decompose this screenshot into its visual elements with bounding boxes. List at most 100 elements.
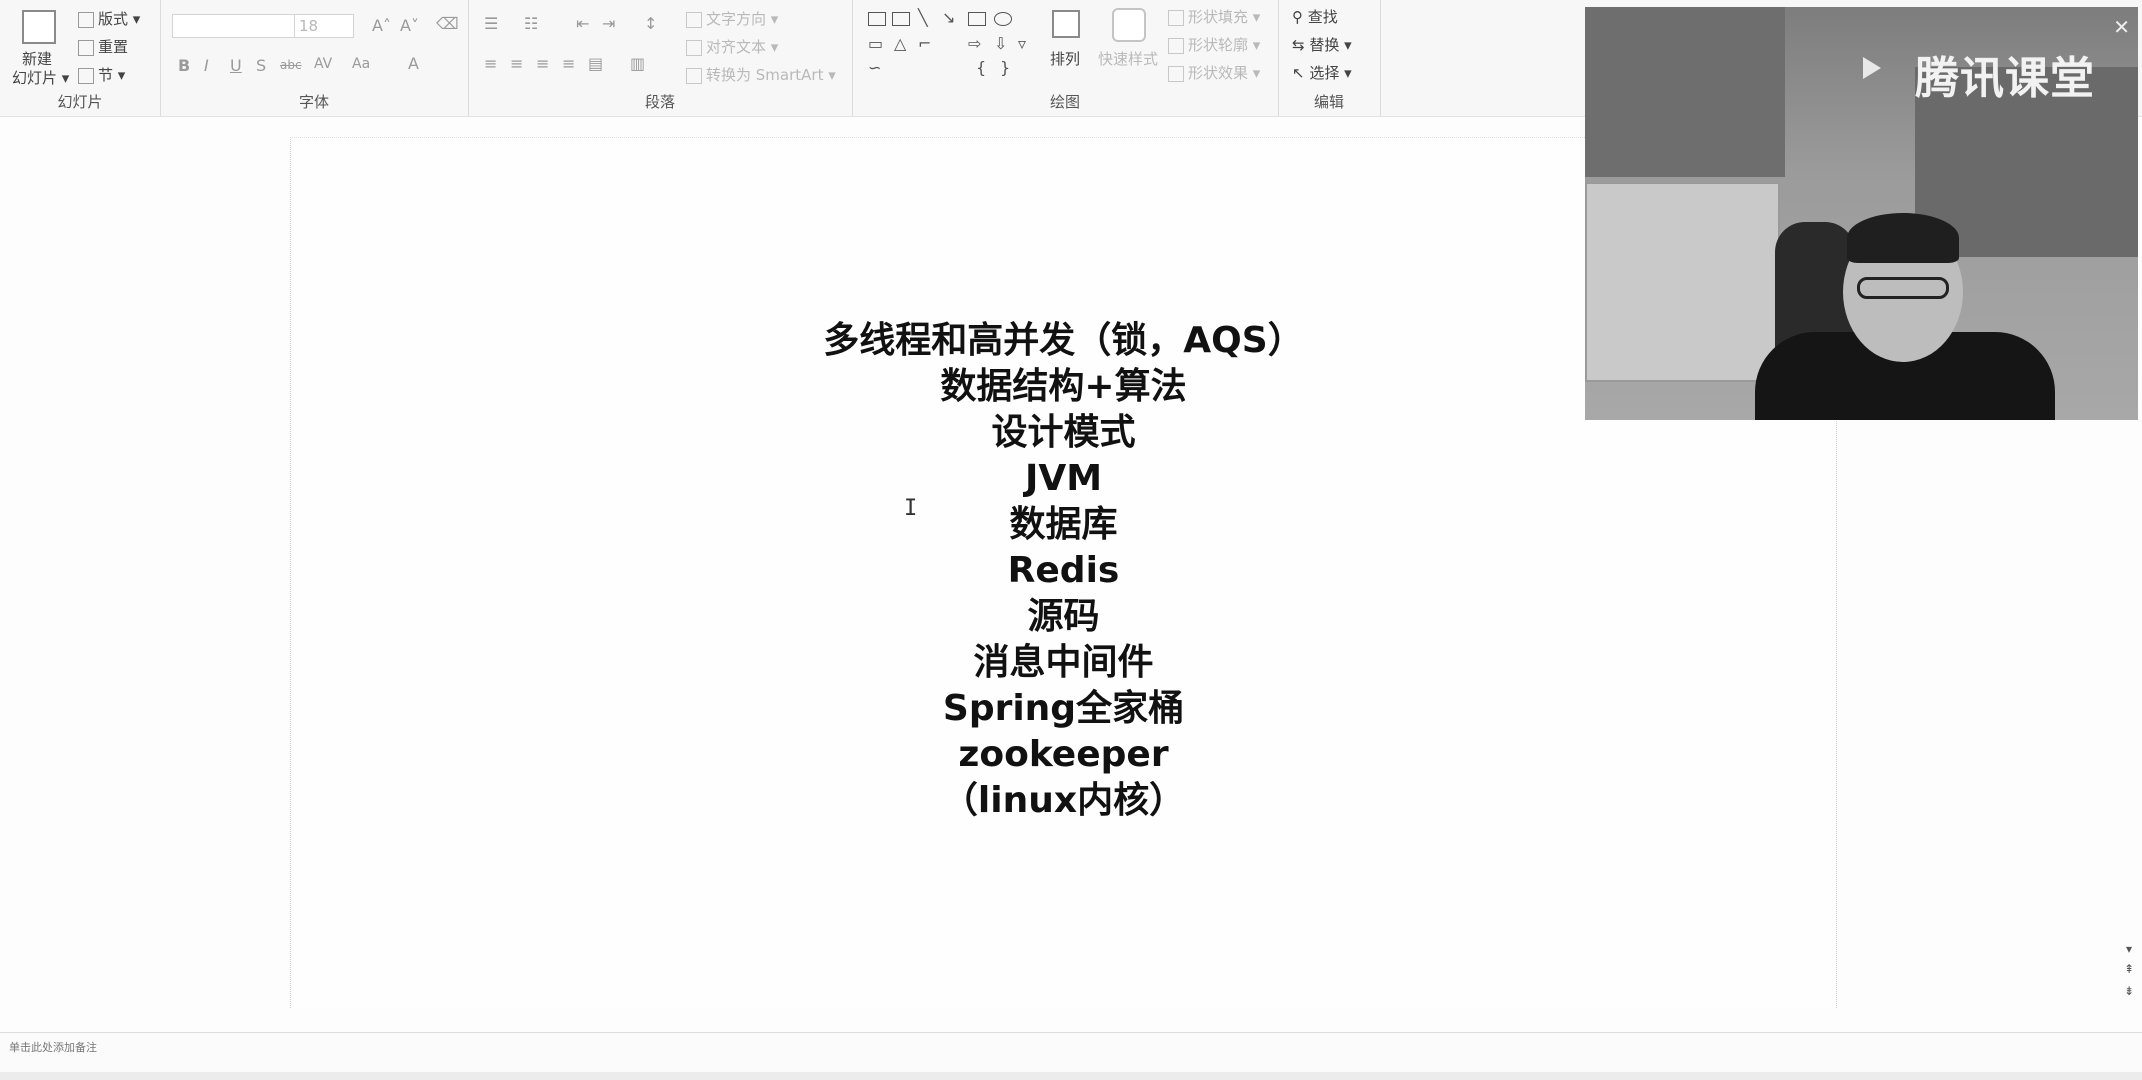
align-right-icon[interactable]: ≡ [536, 54, 549, 73]
next-slide-icon[interactable]: ⇟ [2122, 984, 2136, 998]
bullets-icon[interactable]: ☰ [484, 14, 498, 33]
increase-indent-icon[interactable]: ⇥ [602, 14, 615, 33]
close-icon[interactable]: ✕ [2113, 15, 2130, 39]
char-spacing-button[interactable]: AV [314, 56, 332, 72]
brace-right-shape-icon[interactable]: } [1000, 58, 1010, 77]
pointer-icon: ↖ [1292, 64, 1310, 82]
bold-button[interactable]: B [178, 56, 190, 75]
pen-icon [1168, 37, 1184, 54]
shape-fill-button[interactable]: 形状填充 ▾ [1168, 6, 1260, 27]
find-button[interactable]: ⚲ 查找 [1292, 6, 1338, 27]
layout-button[interactable]: 版式 ▾ [78, 8, 140, 29]
change-case-button[interactable]: Aa [352, 56, 370, 72]
align-left-icon[interactable]: ≡ [484, 54, 497, 73]
tencent-classroom-logo: 腾讯课堂 [1915, 53, 2095, 104]
select-button[interactable]: ↖ 选择 ▾ [1292, 62, 1352, 83]
oval-shape-icon[interactable] [994, 12, 1012, 26]
status-bar [0, 1072, 2142, 1080]
justify-icon[interactable]: ≡ [562, 54, 575, 73]
slides-group: 新建 幻灯片 ▾ 版式 ▾ 重置 节 ▾ 幻灯片 [0, 0, 161, 116]
smartart-icon [686, 67, 702, 84]
shape-outline-button[interactable]: 形状轮廓 ▾ [1168, 34, 1260, 55]
underline-button[interactable]: U [230, 56, 242, 75]
numbering-icon[interactable]: ☷ [524, 14, 538, 33]
slide-line[interactable]: 源码 [291, 594, 1836, 640]
slide-line[interactable]: 消息中间件 [291, 640, 1836, 686]
layout-icon [78, 11, 94, 28]
connector-shape-icon[interactable]: ⌐ [918, 34, 931, 53]
align-text-button[interactable]: 对齐文本 ▾ [686, 36, 778, 57]
notes-pane[interactable]: 单击此处添加备注 [0, 1032, 2142, 1073]
effects-icon [1168, 65, 1184, 82]
webcam-overlay[interactable]: 腾讯课堂 ✕ [1585, 7, 2138, 420]
editing-group-label: 编辑 [1313, 93, 1344, 111]
line-shape-icon[interactable]: ╲ [918, 8, 928, 27]
drawing-group-label: 绘图 [1049, 93, 1080, 111]
smartart-button[interactable]: 转换为 SmartArt ▾ [686, 64, 836, 85]
paragraph-group: ☰ ☷ ⇤ ⇥ ↕ ≡ ≡ ≡ ≡ ▤ ▥ 文字方向 ▾ 对齐文本 ▾ 转换为 … [468, 0, 853, 116]
shadow-button[interactable]: S [256, 56, 266, 75]
play-icon [1863, 57, 1881, 79]
prev-slide-icon[interactable]: ⇞ [2122, 962, 2136, 976]
rectangle-shape-icon[interactable] [968, 12, 986, 26]
glasses [1857, 277, 1949, 299]
shrink-font-button[interactable]: A˅ [400, 16, 419, 35]
font-size-combo[interactable]: 18 [294, 14, 354, 38]
new-slide-icon[interactable] [22, 10, 56, 44]
brace-left-shape-icon[interactable]: { [976, 58, 986, 77]
reset-icon [78, 39, 94, 56]
line-spacing-icon[interactable]: ↕ [644, 14, 657, 33]
search-icon: ⚲ [1292, 8, 1308, 26]
vertical-textbox-shape-icon[interactable] [892, 12, 910, 26]
section-button[interactable]: 节 ▾ [78, 64, 125, 85]
align-center-icon[interactable]: ≡ [510, 54, 523, 73]
paint-bucket-icon [1168, 9, 1184, 26]
bookshelf [1585, 7, 1785, 177]
down-arrow-shape-icon[interactable]: ⇩ [994, 34, 1007, 53]
font-name-combo[interactable] [172, 14, 302, 38]
curve-shape-icon[interactable]: ∽ [868, 58, 881, 77]
strikethrough-button[interactable]: abc [280, 58, 302, 72]
drawing-group: ╲ ↘ ▭ △ ⌐ ⇨ ⇩ ∽ { } ▿ 排列 快速样式 形状填充 ▾ 形状轮… [852, 0, 1279, 116]
slide-line[interactable]: Spring全家桶 [291, 686, 1836, 732]
paragraph-group-label: 段落 [644, 93, 675, 111]
slide-line[interactable]: （linux内核） [291, 778, 1836, 824]
text-cursor-icon: I [904, 496, 918, 521]
replace-button[interactable]: ⇆ 替换 ▾ [1292, 34, 1352, 55]
slide-line[interactable]: Redis [291, 548, 1836, 594]
italic-button[interactable]: I [204, 56, 209, 75]
font-group-label: 字体 [298, 93, 329, 111]
triangle-shape-icon[interactable]: △ [894, 34, 906, 53]
distributed-icon[interactable]: ▤ [588, 54, 603, 73]
cabinet [1585, 182, 1780, 382]
textbox-shape-icon[interactable] [868, 12, 886, 26]
new-slide-button[interactable]: 新建 [22, 48, 52, 69]
decrease-indent-icon[interactable]: ⇤ [576, 14, 589, 33]
arrange-button[interactable]: 排列 [1050, 48, 1080, 69]
quick-styles-icon[interactable] [1112, 8, 1146, 42]
columns-icon[interactable]: ▥ [630, 54, 645, 73]
reset-button[interactable]: 重置 [78, 36, 128, 57]
shape-effects-button[interactable]: 形状效果 ▾ [1168, 62, 1260, 83]
grow-font-button[interactable]: A˄ [372, 16, 391, 35]
slide-line[interactable]: 数据库 [291, 502, 1836, 548]
slide-line[interactable]: JVM [291, 456, 1836, 502]
replace-icon: ⇆ [1292, 36, 1310, 54]
font-color-button[interactable]: A [408, 54, 419, 73]
arrow-line-shape-icon[interactable]: ↘ [942, 8, 955, 27]
editing-group: ⚲ 查找 ⇆ 替换 ▾ ↖ 选择 ▾ 编辑 [1278, 0, 1381, 116]
clear-format-icon[interactable]: ⌫ [436, 14, 459, 33]
rounded-rect-shape-icon[interactable]: ▭ [868, 34, 883, 53]
font-group: 18 A˄ A˅ ⌫ B I U S abc AV Aa A 字体 [160, 0, 469, 116]
slides-group-label: 幻灯片 [57, 93, 103, 111]
arrange-icon[interactable] [1052, 10, 1080, 38]
scroll-down-icon[interactable]: ▾ [2122, 942, 2136, 956]
slide-line[interactable]: zookeeper [291, 732, 1836, 778]
new-slide-dropdown[interactable]: 幻灯片 ▾ [12, 67, 69, 88]
right-arrow-shape-icon[interactable]: ⇨ [968, 34, 981, 53]
notes-placeholder[interactable]: 单击此处添加备注 [9, 1039, 97, 1055]
quick-styles-button[interactable]: 快速样式 [1098, 48, 1158, 69]
shapes-more-icon[interactable]: ▿ [1018, 34, 1026, 53]
text-direction-icon [686, 11, 702, 28]
text-direction-button[interactable]: 文字方向 ▾ [686, 8, 778, 29]
